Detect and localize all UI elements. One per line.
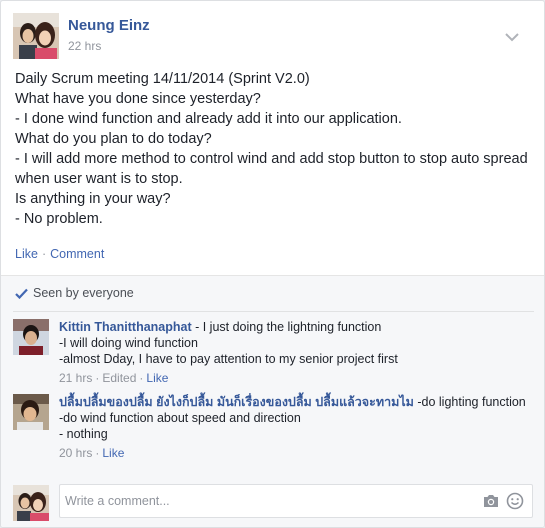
comment-body: Kittin Thanitthanaphat - I just doing th… xyxy=(59,319,529,386)
separator: · xyxy=(95,371,100,385)
commenter-name[interactable]: ปลื้มปลื้มของปลื้ม ยังไงก็ปลื้ม มันก็เรื… xyxy=(59,395,414,409)
comment-input-box[interactable] xyxy=(59,484,533,518)
post-line: What have you done since yesterday? xyxy=(15,91,261,107)
comment-line: - I just doing the lightning function xyxy=(191,320,382,334)
post-line: - No problem. xyxy=(15,211,103,227)
comment-time[interactable]: 21 hrs xyxy=(59,371,92,385)
post-line: - I done wind function and already add i… xyxy=(15,111,402,127)
chevron-down-icon[interactable] xyxy=(505,29,519,42)
comment-time[interactable]: 20 hrs xyxy=(59,446,92,460)
comment-button[interactable]: Comment xyxy=(50,247,104,261)
camera-icon[interactable] xyxy=(482,493,500,509)
post-actions: Like · Comment xyxy=(15,247,104,261)
user-avatar xyxy=(13,485,49,521)
post-timestamp[interactable]: 22 hrs xyxy=(68,39,101,53)
separator: · xyxy=(95,446,100,460)
post-line: - I will add more method to control wind… xyxy=(15,151,528,187)
seen-text: Seen by everyone xyxy=(33,286,134,300)
post-card: Neung Einz 22 hrs Daily Scrum meeting 14… xyxy=(0,0,545,528)
separator: · xyxy=(41,247,47,261)
comment-line: -do wind function about speed and direct… xyxy=(59,411,301,425)
like-button[interactable]: Like xyxy=(15,247,38,261)
comment-line: -do lighting function xyxy=(413,395,526,409)
comment-input[interactable] xyxy=(60,485,460,517)
post-text: Daily Scrum meeting 14/11/2014 (Sprint V… xyxy=(15,69,530,229)
author-name[interactable]: Neung Einz xyxy=(68,17,150,34)
comment-like-button[interactable]: Like xyxy=(146,371,168,385)
commenter-name[interactable]: Kittin Thanitthanaphat xyxy=(59,320,192,334)
commenter-avatar[interactable] xyxy=(13,319,49,355)
seen-by: Seen by everyone xyxy=(15,286,134,300)
comment-like-button[interactable]: Like xyxy=(102,446,124,460)
post-line: What do you plan to do today? xyxy=(15,131,212,147)
author-avatar[interactable] xyxy=(13,13,59,59)
comment-meta: 20 hrs · Like xyxy=(59,445,529,461)
commenter-avatar[interactable] xyxy=(13,394,49,430)
checkmark-icon xyxy=(15,288,28,300)
divider xyxy=(13,311,534,312)
comment-line: -I will doing wind function xyxy=(59,336,198,350)
comment-composer xyxy=(13,484,533,521)
post-header: Neung Einz 22 hrs xyxy=(13,13,533,59)
edited-label[interactable]: Edited xyxy=(102,371,136,385)
feedback-section: Seen by everyone Kittin Thanitthanaphat … xyxy=(1,275,544,527)
comment-body: ปลื้มปลื้มของปลื้ม ยังไงก็ปลื้ม มันก็เรื… xyxy=(59,394,529,461)
post-line: Daily Scrum meeting 14/11/2014 (Sprint V… xyxy=(15,71,310,87)
post-line: Is anything in your way? xyxy=(15,191,171,207)
separator: · xyxy=(139,371,144,385)
comment-line: -almost Dday, I have to pay attention to… xyxy=(59,352,398,366)
smiley-icon[interactable] xyxy=(506,492,524,510)
comment-line: - nothing xyxy=(59,427,108,441)
comment-meta: 21 hrs · Edited · Like xyxy=(59,370,529,386)
